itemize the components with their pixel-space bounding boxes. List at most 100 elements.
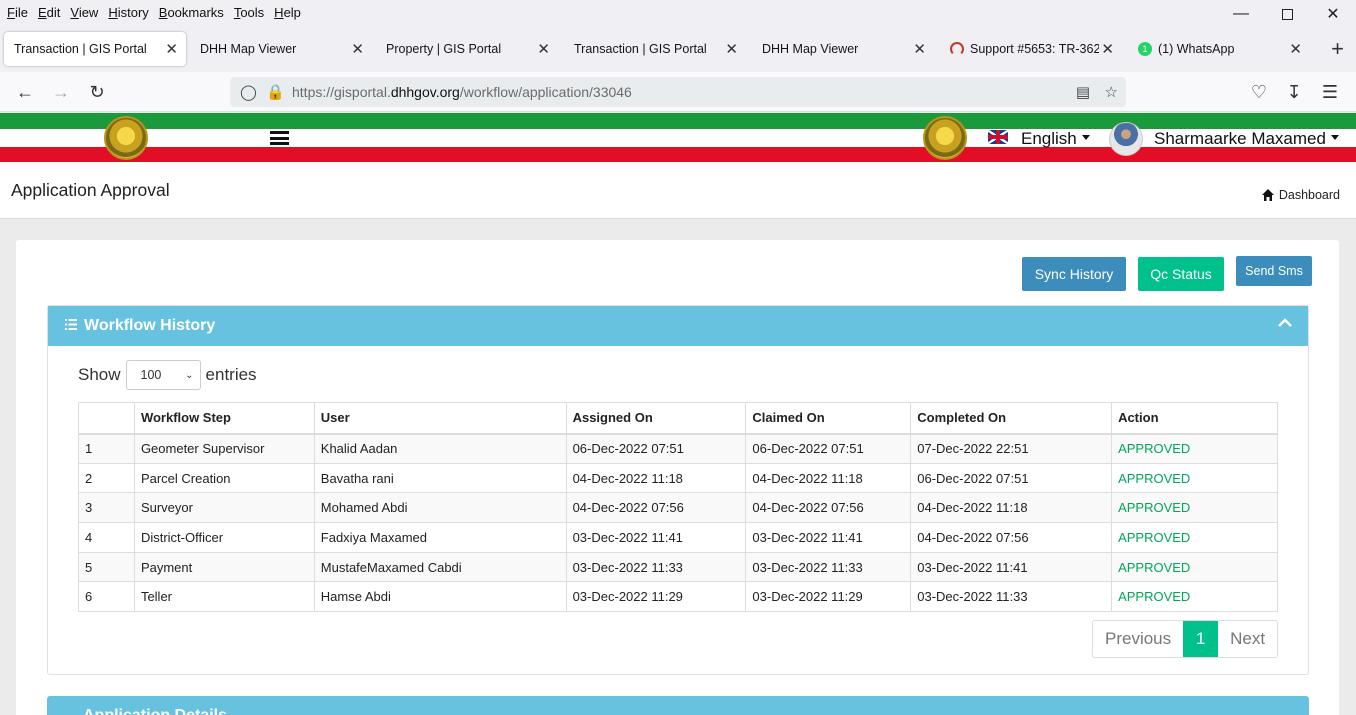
table-cell: Bavatha rani: [313, 462, 567, 494]
column-header[interactable]: Completed On: [910, 402, 1113, 435]
bookmark-star-icon[interactable]: ☆: [1105, 83, 1118, 101]
tab-whatsapp[interactable]: 1 (1) WhatsApp ✕: [1128, 32, 1310, 66]
previous-button[interactable]: Previous: [1093, 621, 1183, 657]
table-cell: 4: [78, 522, 135, 553]
avatar[interactable]: [1109, 122, 1143, 156]
pocket-icon[interactable]: ♡: [1247, 80, 1271, 104]
menu-item-file[interactable]: File: [0, 5, 33, 20]
table-cell: 06-Dec-2022 07:51: [745, 433, 912, 464]
user-menu[interactable]: Sharmaarke Maxamed: [1154, 129, 1339, 149]
table-cell: 03-Dec-2022 11:41: [910, 551, 1113, 583]
menu-item-help[interactable]: Help: [269, 5, 306, 20]
table-cell: 2: [78, 462, 135, 494]
downloads-icon[interactable]: ↧: [1282, 80, 1306, 104]
workflow-history-header[interactable]: Workflow History: [48, 306, 1308, 346]
breadcrumb[interactable]: Dashboard: [1261, 188, 1340, 202]
table-cell: 04-Dec-2022 07:56: [565, 492, 747, 524]
table-cell: 04-Dec-2022 07:56: [910, 522, 1113, 553]
tab-strip: Transaction | GIS Portal ✕ DHH Map Viewe…: [0, 24, 1356, 72]
table-cell: Mohamed Abdi: [313, 492, 567, 524]
column-header[interactable]: [78, 402, 135, 435]
send-sms-button[interactable]: Send Sms: [1236, 256, 1312, 286]
close-tab-icon[interactable]: ✕: [351, 40, 364, 58]
entries-select[interactable]: 100 ⌄: [125, 360, 201, 390]
table-row: 1 Geometer Supervisor Khalid Aadan 06-Dec-2…: [78, 433, 1278, 464]
status-badge: APPROVED: [1111, 492, 1278, 524]
table-row: 2 Parcel Creation Bavatha rani 04-Dec-2022 …: [78, 462, 1278, 494]
column-header[interactable]: Workflow Step: [133, 402, 315, 435]
content-card: Sync History Qc Status Send Sms Workflow…: [16, 240, 1339, 715]
back-icon[interactable]: ←: [13, 80, 37, 104]
column-header[interactable]: Action: [1111, 402, 1278, 435]
close-tab-icon[interactable]: ✕: [725, 40, 738, 58]
menu-item-history[interactable]: History: [103, 5, 153, 20]
panel-title: Workflow History: [84, 317, 216, 334]
table-cell: 03-Dec-2022 11:33: [910, 581, 1113, 613]
new-tab-icon[interactable]: +: [1331, 36, 1344, 62]
menu-item-bookmarks[interactable]: Bookmarks: [154, 5, 229, 20]
lock-icon[interactable]: 🔒: [266, 83, 285, 101]
navigation-bar: ← → ↻ ◯ 🔒 https://gisportal.dhhgov.org/w…: [0, 72, 1356, 112]
tab-support[interactable]: Support #5653: TR-36280 ✕: [940, 32, 1122, 66]
tab-title: Support #5653: TR-36280: [970, 42, 1099, 56]
tab-dhh-map-viewer[interactable]: DHH Map Viewer ✕: [190, 32, 372, 66]
table-cell: 5: [78, 551, 135, 583]
table-cell: 07-Dec-2022 22:51: [910, 433, 1113, 464]
table-row: 5 Payment MustafeMaxamed Cabdi 03-Dec-2022 …: [78, 551, 1278, 583]
close-tab-icon[interactable]: ✕: [913, 40, 926, 58]
page-1-button[interactable]: 1: [1183, 621, 1219, 657]
table-cell: 03-Dec-2022 11:33: [565, 551, 747, 583]
shield-icon[interactable]: ◯: [240, 83, 257, 101]
logo-emblem[interactable]: [104, 116, 148, 160]
table-row: 4 District-Officer Fadxiya Maxamed 03-Dec-2…: [78, 522, 1278, 553]
next-button[interactable]: Next: [1218, 621, 1277, 657]
tab-title: DHH Map Viewer: [762, 42, 859, 56]
table-cell: 6: [78, 581, 135, 613]
language-dropdown[interactable]: English: [1021, 129, 1090, 149]
panel-title: Application Details: [83, 707, 227, 715]
column-header[interactable]: Assigned On: [565, 402, 747, 435]
table-cell: 03-Dec-2022 11:29: [745, 581, 912, 613]
sidebar-toggle-icon[interactable]: [270, 131, 289, 145]
reload-icon[interactable]: ↻: [85, 80, 109, 104]
tab-dhh-map-viewer-2[interactable]: DHH Map Viewer ✕: [752, 32, 934, 66]
close-tab-icon[interactable]: ✕: [537, 40, 550, 58]
page-title: Application Approval: [11, 180, 170, 200]
table-cell: Khalid Aadan: [313, 433, 567, 464]
forward-icon[interactable]: →: [49, 80, 73, 104]
tab-property[interactable]: Property | GIS Portal ✕: [376, 32, 558, 66]
close-tab-icon[interactable]: ✕: [1289, 40, 1302, 58]
url-text: https://gisportal.dhhgov.org/workflow/ap…: [292, 84, 632, 100]
sync-history-button[interactable]: Sync History: [1022, 257, 1126, 291]
qc-status-button[interactable]: Qc Status: [1138, 257, 1224, 291]
entries-label: entries: [205, 365, 257, 384]
menu-item-view[interactable]: View: [65, 5, 103, 20]
flag-stripe-red: [0, 147, 1356, 162]
tab-transaction[interactable]: Transaction | GIS Portal ✕: [564, 32, 746, 66]
tab-title: (1) WhatsApp: [1158, 42, 1235, 56]
column-header[interactable]: Claimed On: [745, 402, 912, 435]
tab-title: Transaction | GIS Portal: [14, 42, 147, 56]
table-cell: Payment: [133, 551, 315, 583]
app-menu-icon[interactable]: ☰: [1318, 80, 1342, 104]
address-bar[interactable]: ◯ 🔒 https://gisportal.dhhgov.org/workflo…: [230, 77, 1126, 107]
status-badge: APPROVED: [1111, 462, 1278, 494]
close-tab-icon[interactable]: ✕: [1101, 40, 1114, 58]
table-cell: 03-Dec-2022 11:29: [565, 581, 747, 613]
collapse-chevron-icon[interactable]: [1278, 318, 1292, 328]
table-row: 6 Teller Hamse Abdi 03-Dec-2022 11:29 03-Dec…: [78, 581, 1278, 613]
breadcrumb-dashboard[interactable]: Dashboard: [1279, 188, 1340, 202]
table-cell: 04-Dec-2022 11:18: [565, 462, 747, 494]
menu-item-tools[interactable]: Tools: [229, 5, 269, 20]
close-tab-icon[interactable]: ✕: [165, 40, 178, 58]
table-cell: 3: [78, 492, 135, 524]
table-cell: District-Officer: [133, 522, 315, 553]
column-header[interactable]: User: [313, 402, 567, 435]
tab-title: Transaction | GIS Portal: [574, 42, 707, 56]
redmine-icon: [950, 42, 964, 56]
tab-transaction-active[interactable]: Transaction | GIS Portal ✕: [4, 32, 186, 66]
menu-item-edit[interactable]: Edit: [33, 5, 65, 20]
reader-view-icon[interactable]: ▤: [1076, 83, 1090, 101]
menu-bar: File Edit View History Bookmarks Tools Help: [0, 0, 1356, 24]
application-details-panel[interactable]: Application Details: [47, 696, 1309, 715]
